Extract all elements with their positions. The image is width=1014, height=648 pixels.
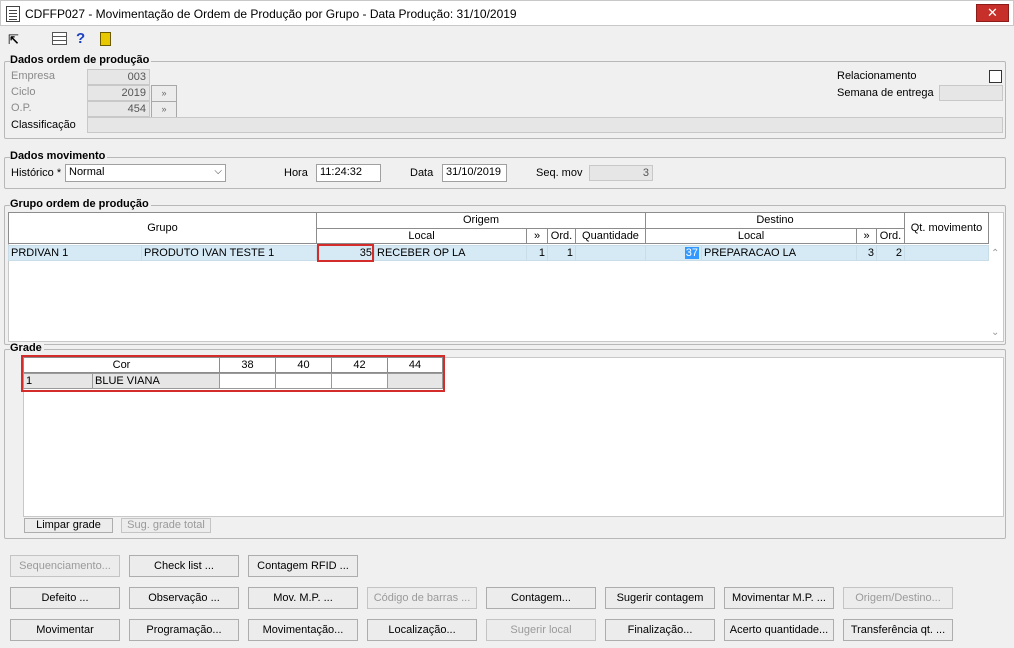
data-label: Data [410,167,434,179]
relacionamento-checkbox[interactable] [989,70,1002,83]
scroll-up-icon[interactable]: ⌃ [991,248,999,259]
exit-arrow-icon[interactable]: ⇱ [8,32,19,48]
row-destino-code[interactable]: 37 [645,245,702,261]
defeito-button[interactable]: Defeito ... [10,587,120,609]
mov-mp-button[interactable]: Mov. M.P. ... [248,587,358,609]
contagem-button[interactable]: Contagem... [486,587,596,609]
op-field: 454 [87,101,150,117]
row-origem-local[interactable]: RECEBER OP LA [374,245,527,261]
historico-value: Normal [69,166,105,178]
window-title: CDFFP027 - Movimentação de Ordem de Prod… [25,7,517,21]
header-destino: Destino [645,212,905,229]
origem-destino-button[interactable]: Origem/Destino... [843,587,953,609]
header-origem-ord: Ord. [547,228,576,244]
programacao-button[interactable]: Programação... [129,619,239,641]
door-exit-icon[interactable] [100,32,111,46]
chevron-down-icon: ⌵ [214,166,222,177]
header-grupo: Grupo [8,212,317,244]
row-destino-ord[interactable]: 2 [876,245,905,261]
seqmov-label: Seq. mov [536,167,583,179]
empresa-label: Empresa [11,70,56,82]
empresa-field: 003 [87,69,150,85]
codigo-barras-button[interactable]: Código de barras ... [367,587,477,609]
observacao-button[interactable]: Observação ... [129,587,239,609]
header-destino-arrows: » [856,228,877,244]
row-origem-arrows[interactable]: 1 [526,245,548,261]
movimentacao-button[interactable]: Movimentação... [248,619,358,641]
sugerir-contagem-button[interactable]: Sugerir contagem [605,587,715,609]
semana-label: Semana de entrega [837,87,934,99]
movimentar-button[interactable]: Movimentar [10,619,120,641]
header-destino-local: Local [645,228,857,244]
movimentar-mp-button[interactable]: Movimentar M.P. ... [724,587,834,609]
ciclo-label: Ciclo [11,86,36,98]
help-icon[interactable]: ? [76,30,85,47]
historico-select[interactable]: Normal ⌵ [65,164,226,182]
transferencia-qt-button[interactable]: Transferência qt. ... [843,619,953,641]
grid-table-icon[interactable] [52,32,67,45]
classificacao-field [87,117,1003,133]
scroll-down-icon[interactable]: ⌄ [991,327,999,338]
acerto-quantidade-button[interactable]: Acerto quantidade... [724,619,834,641]
localizacao-button[interactable]: Localização... [367,619,477,641]
sequenciamento-button[interactable]: Sequenciamento... [10,555,120,577]
contagem-rfid-button[interactable]: Contagem RFID ... [248,555,358,577]
grade-highlight [21,355,445,392]
header-origem-arrows: » [526,228,548,244]
limpar-grade-button[interactable]: Limpar grade [24,518,113,533]
header-origem: Origem [316,212,646,229]
historico-label: Histórico * [11,167,62,179]
data-input[interactable]: 31/10/2019 [442,164,507,182]
header-destino-ord: Ord. [876,228,905,244]
hora-label: Hora [284,167,308,179]
close-button[interactable]: ✕ [976,4,1009,22]
row-grupo-name[interactable]: PRODUTO IVAN TESTE 1 [141,245,317,261]
check-list-button[interactable]: Check list ... [129,555,239,577]
row-qt-movimento[interactable] [904,245,989,261]
grade-label: Grade [10,342,44,354]
ciclo-lookup-button[interactable]: » [151,85,177,102]
header-qt-movimento: Qt. movimento [904,212,989,244]
finalizacao-button[interactable]: Finalização... [605,619,715,641]
row-destino-code-value: 37 [684,247,699,259]
row-destino-arrows[interactable]: 3 [856,245,877,261]
classificacao-label: Classificação [11,119,76,131]
dados-movimento-label: Dados movimento [10,150,108,162]
dados-ordem-label: Dados ordem de produção [10,54,152,66]
ciclo-field: 2019 [87,85,150,101]
row-origem-ord[interactable]: 1 [547,245,576,261]
row-grupo-code[interactable]: PRDIVAN 1 [8,245,142,261]
sugerir-local-button[interactable]: Sugerir local [486,619,596,641]
seqmov-field: 3 [589,165,653,181]
op-label: O.P. [11,102,32,114]
op-lookup-button[interactable]: » [151,101,177,118]
row-destino-local[interactable]: PREPARACAO LA [701,245,857,261]
row-origem-quantidade[interactable] [575,245,646,261]
origem-code-highlight [317,244,374,262]
header-quantidade: Quantidade [575,228,646,244]
semana-field [939,85,1003,101]
grupo-ordem-label: Grupo ordem de produção [10,198,151,210]
hora-input[interactable]: 11:24:32 [316,164,381,182]
header-origem-local: Local [316,228,527,244]
sugerir-grade-total-button[interactable]: Sug. grade total [121,518,211,533]
title-bar: CDFFP027 - Movimentação de Ordem de Prod… [0,0,1014,26]
relacionamento-label: Relacionamento [837,70,917,82]
document-icon [6,6,20,22]
